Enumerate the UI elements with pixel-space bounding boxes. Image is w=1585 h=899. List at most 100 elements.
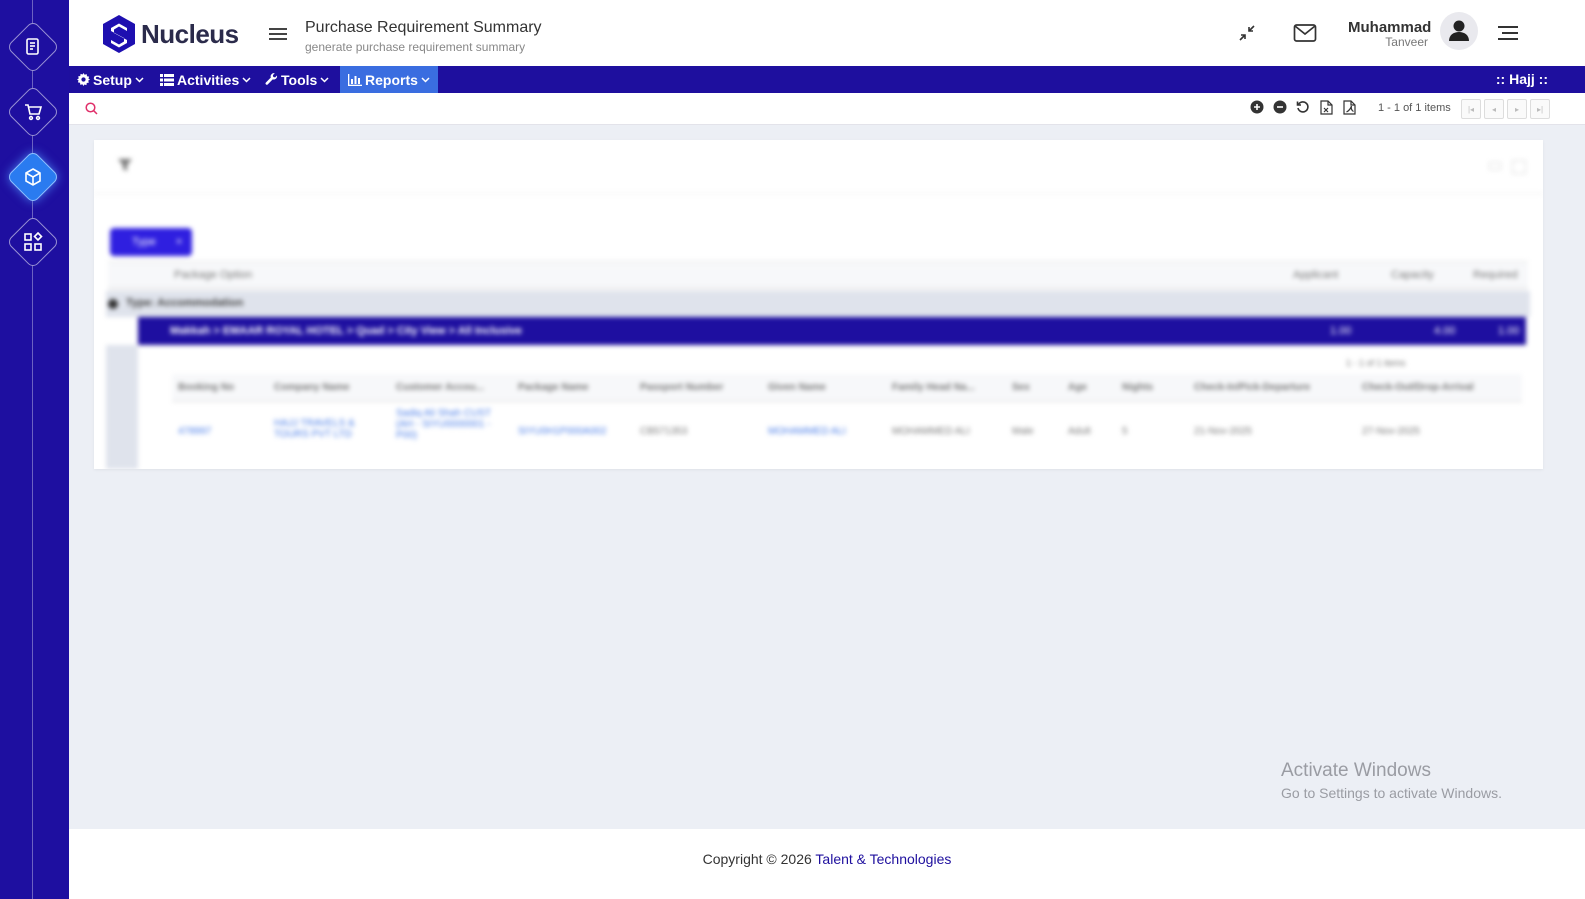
export-excel-button[interactable] (1320, 100, 1333, 120)
rail-package-button[interactable] (6, 150, 60, 204)
filter-icon (118, 159, 132, 171)
cart-icon (25, 104, 43, 121)
cube-icon (25, 168, 41, 186)
chevron-down-icon (242, 76, 251, 83)
rail-cart-button[interactable] (6, 85, 60, 139)
customer-account-link[interactable]: Sadiq Ali Shah CUST (AH - SIYU0000001 - … (396, 408, 508, 441)
company-name-link[interactable]: HAJJ TRAVELS & TOURS PVT LTD (274, 418, 384, 440)
group-chip-type[interactable]: Type × (110, 228, 192, 256)
pdf-file-icon (1343, 100, 1356, 115)
refresh-button[interactable] (1296, 100, 1310, 119)
capacity-value: 4.00 (1434, 325, 1456, 337)
minimize-panel-button[interactable] (1489, 162, 1501, 170)
document-edit-icon (26, 38, 39, 55)
header-check-out[interactable]: Check-Out/Drop-Arrival (1362, 382, 1474, 393)
page-subtitle: generate purchase requirement summary (305, 40, 526, 54)
next-page-button[interactable]: ▸ (1507, 99, 1527, 119)
header-sex[interactable]: Sex (1012, 382, 1030, 393)
last-page-button[interactable]: ▸| (1530, 99, 1550, 119)
header-applicant[interactable]: Applicant (1293, 269, 1338, 281)
company-link[interactable]: Talent & Technologies (815, 851, 951, 867)
menu-setup-label: Setup (93, 71, 132, 88)
options-menu-button[interactable] (1498, 26, 1518, 45)
group-row-label: Type: Accommodation (126, 297, 244, 309)
table-row[interactable]: 478997 HAJJ TRAVELS & TOURS PVT LTD Sadi… (172, 404, 1522, 466)
excel-file-icon (1320, 100, 1333, 115)
messages-button[interactable] (1293, 23, 1317, 48)
nights-cell: 5 (1122, 426, 1128, 437)
group-toggle-icon[interactable] (108, 299, 118, 309)
minus-circle-icon (1273, 100, 1287, 114)
package-name-link[interactable]: SIYU0H1P000A002 (518, 426, 606, 437)
collapse-button[interactable] (1238, 24, 1256, 47)
compress-icon (1239, 25, 1255, 41)
menu-activities-label: Activities (177, 71, 240, 88)
pager-info: 1 - 1 of 1 items (1378, 102, 1451, 114)
master-header-row: Package Option Applicant Capacity Requir… (108, 261, 1528, 289)
rail-apps-button[interactable] (6, 215, 60, 269)
envelope-icon (1293, 24, 1317, 42)
side-rail (0, 0, 69, 899)
header-booking-no[interactable]: Booking No (178, 382, 234, 393)
menu-reports[interactable]: Reports (340, 66, 438, 93)
filter-button[interactable] (118, 158, 132, 177)
header-capacity[interactable]: Capacity (1391, 269, 1434, 281)
search-icon (85, 102, 98, 115)
age-cell: Adult (1068, 426, 1091, 437)
rail-documents-button[interactable] (6, 20, 60, 74)
header-company-name[interactable]: Company Name (274, 382, 350, 393)
wrench-icon (265, 73, 278, 85)
header-package-option[interactable]: Package Option (174, 269, 252, 281)
header-nights[interactable]: Nights (1122, 382, 1153, 393)
menu-setup[interactable]: Setup (69, 66, 152, 93)
applicant-value: 1.00 (1330, 325, 1352, 337)
header-age[interactable]: Age (1068, 382, 1087, 393)
check-out-cell: 27-Nov-2025 (1362, 426, 1420, 437)
next-page-icon: ▸ (1514, 104, 1519, 114)
refresh-icon (1296, 101, 1309, 113)
header-package-name[interactable]: Package Name (518, 382, 589, 393)
user-avatar[interactable] (1440, 12, 1478, 50)
report-panel: Type × Package Option Applicant Capacity… (94, 140, 1543, 469)
user-icon (1449, 20, 1469, 41)
header-family-head-name[interactable]: Family Head Na... (892, 382, 975, 393)
detail-master-row[interactable]: Makkah > EMAAR ROYAL HOTEL > Quad > City… (138, 317, 1526, 345)
close-icon[interactable]: × (176, 236, 182, 248)
user-last-name: Tanveer (1385, 35, 1428, 49)
copyright-text: Copyright © 2026 (702, 851, 816, 867)
first-page-button[interactable]: |◂ (1461, 99, 1481, 119)
given-name-link[interactable]: MOHAMMED ALI (768, 426, 846, 437)
plus-circle-icon (1250, 100, 1264, 114)
user-first-name: Muhammad (1348, 19, 1432, 36)
sidebar-toggle-button[interactable] (269, 27, 287, 46)
list-icon (160, 73, 174, 86)
main-menu-bar: Setup Activities Tools Reports :: Hajj :… (69, 66, 1585, 93)
group-row[interactable]: Type: Accommodation (106, 291, 1530, 317)
nucleus-logo-icon (103, 15, 135, 53)
header-customer-account[interactable]: Customer Accou... (396, 382, 484, 393)
prev-page-button[interactable]: ◂ (1484, 99, 1504, 119)
menu-lines-icon (1498, 26, 1518, 40)
sex-cell: Male (1012, 426, 1034, 437)
menu-activities[interactable]: Activities (152, 66, 259, 93)
gear-icon (77, 73, 90, 86)
header-passport-number[interactable]: Passport Number (640, 382, 723, 393)
nucleus-logo[interactable]: Nucleus (101, 14, 239, 54)
export-pdf-button[interactable] (1343, 100, 1356, 120)
detail-header-row: Booking No Company Name Customer Accou..… (172, 374, 1522, 402)
maximize-panel-button[interactable] (1512, 160, 1526, 174)
menu-tools[interactable]: Tools (257, 66, 337, 93)
search-button[interactable] (85, 102, 98, 120)
bar-chart-icon (348, 73, 362, 86)
collapse-all-button[interactable] (1273, 100, 1287, 119)
header-required[interactable]: Required (1473, 269, 1518, 281)
last-page-icon: ▸| (1536, 104, 1544, 114)
chevron-down-icon (135, 76, 144, 83)
hamburger-icon (269, 28, 287, 40)
watermark-title: Activate Windows (1281, 760, 1431, 781)
header-check-in[interactable]: Check-In/Pick-Departure (1194, 382, 1310, 393)
header-given-name[interactable]: Given Name (768, 382, 826, 393)
expand-all-button[interactable] (1250, 100, 1264, 119)
booking-no-link[interactable]: 478997 (178, 426, 211, 437)
required-value: 1.00 (1498, 325, 1520, 337)
